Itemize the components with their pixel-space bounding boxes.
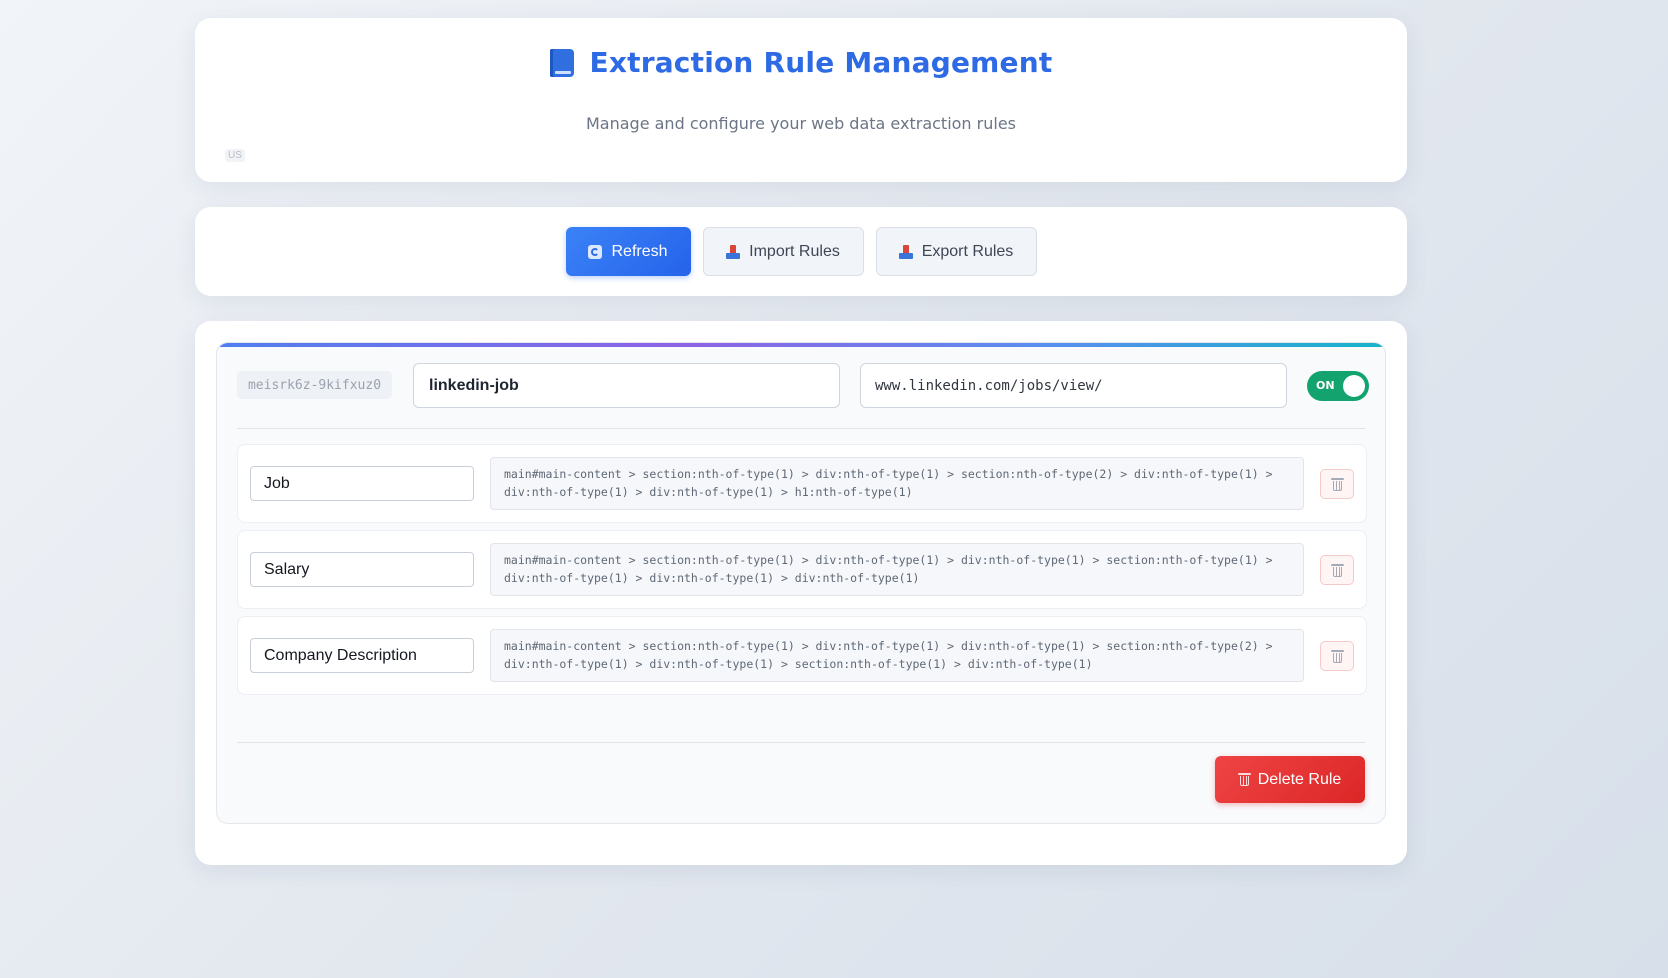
rules-card: meisrk6z-9kifxuz0 ON main#main-content >… [195,321,1407,865]
import-rules-button[interactable]: Import Rules [702,227,864,276]
export-label: Export Rules [921,242,1014,260]
toggle-knob [1343,375,1365,397]
trash-icon [1237,773,1251,786]
delete-field-button[interactable] [1320,469,1354,499]
language-badge[interactable]: US [225,149,245,162]
divider [237,742,1365,743]
import-label: Import Rules [749,242,840,260]
title-row: Extraction Rule Management [195,46,1407,79]
header-card: Extraction Rule Management Manage and co… [195,18,1407,182]
field-selector[interactable]: main#main-content > section:nth-of-type(… [490,543,1304,596]
field-name-input[interactable] [250,466,474,501]
outbox-tray-icon [898,244,913,259]
toolbar-card: Refresh Import Rules Export Rules [195,207,1407,296]
divider [237,428,1365,429]
inbox-tray-icon [726,244,741,259]
page-subtitle: Manage and configure your web data extra… [585,114,1016,133]
rule-name-input[interactable] [413,363,840,408]
export-rules-button[interactable]: Export Rules [875,227,1037,276]
field-row: main#main-content > section:nth-of-type(… [237,444,1367,523]
field-name-input[interactable] [250,638,474,673]
refresh-icon [588,244,603,259]
trash-icon [1330,563,1344,577]
delete-rule-label: Delete Rule [1257,770,1342,788]
field-selector[interactable]: main#main-content > section:nth-of-type(… [490,629,1304,682]
field-row: main#main-content > section:nth-of-type(… [237,530,1367,609]
field-row: main#main-content > section:nth-of-type(… [237,616,1367,695]
trash-icon [1330,477,1344,491]
rule-url-input[interactable] [860,363,1287,408]
rule-id: meisrk6z-9kifxuz0 [237,371,392,399]
refresh-button[interactable]: Refresh [565,227,691,276]
page-title: Extraction Rule Management [589,46,1053,79]
field-selector[interactable]: main#main-content > section:nth-of-type(… [490,457,1304,510]
refresh-label: Refresh [611,242,668,260]
book-icon [549,48,574,77]
delete-field-button[interactable] [1320,555,1354,585]
delete-rule-button[interactable]: Delete Rule [1215,756,1365,803]
rule-enabled-toggle[interactable]: ON [1307,371,1369,401]
toolbar: Refresh Import Rules Export Rules [195,227,1407,276]
toggle-label: ON [1316,379,1335,392]
rule-panel: meisrk6z-9kifxuz0 ON main#main-content >… [216,342,1386,824]
trash-icon [1330,649,1344,663]
delete-field-button[interactable] [1320,641,1354,671]
field-name-input[interactable] [250,552,474,587]
